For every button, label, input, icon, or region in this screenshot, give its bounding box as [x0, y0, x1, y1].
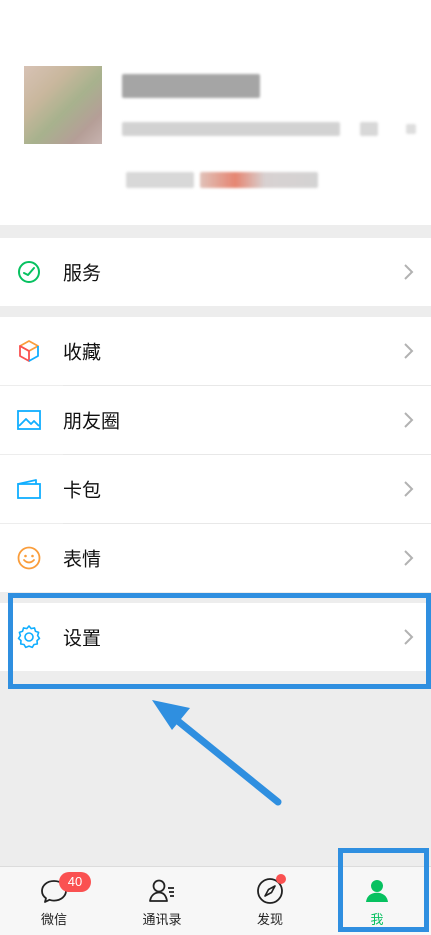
- tab-label: 微信: [40, 913, 67, 928]
- contacts-icon: [149, 879, 174, 902]
- new-dot-badge: [276, 874, 286, 884]
- tab-chats[interactable]: 40 微信: [0, 867, 108, 935]
- tab-label: 通讯录: [142, 913, 182, 928]
- pointer-arrow-icon: [152, 700, 282, 806]
- tab-contacts[interactable]: 通讯录: [108, 867, 216, 935]
- unread-badge: 40: [59, 872, 91, 892]
- me-tab-highlight-box: [338, 848, 429, 932]
- tab-discover[interactable]: 发现: [216, 867, 324, 935]
- tab-label: 发现: [256, 913, 283, 928]
